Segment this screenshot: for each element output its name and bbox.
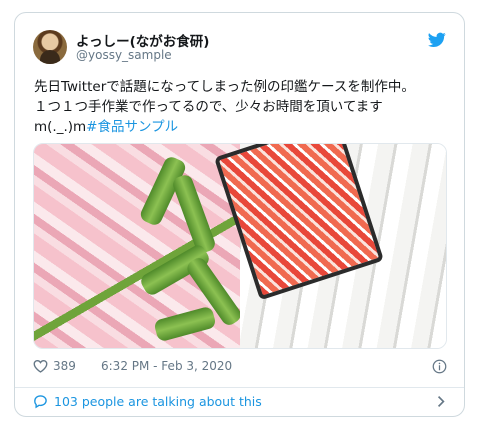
crab-tray	[214, 144, 384, 301]
tweet-header: よっしー(ながお食研) @yossy_sample	[15, 13, 464, 73]
tweet-text-line-1: 先日Twitterで話題になってしまった例の印鑑ケースを制作中。	[34, 79, 415, 95]
tweet-meta: 389 6:32 PM - Feb 3, 2020	[33, 358, 447, 376]
tweet-text: 先日Twitterで話題になってしまった例の印鑑ケースを制作中。 １つ１つ手作業…	[34, 77, 454, 137]
chevron-right-icon	[437, 396, 445, 407]
photo-ham-asparagus[interactable]	[34, 144, 244, 348]
asparagus-spear	[170, 172, 218, 256]
embedded-tweet-card: よっしー(ながお食研) @yossy_sample 先日Twitterで話題にな…	[14, 12, 465, 417]
avatar-figure	[40, 50, 60, 64]
speech-bubble-icon	[34, 395, 47, 409]
tweet-text-line-3: m(._.)m#食品サンプル	[34, 117, 454, 137]
asparagus-spear	[153, 305, 217, 343]
tweet-text-emoticon: m(._.)m	[34, 119, 87, 135]
photo-crab-squid[interactable]	[214, 144, 446, 348]
talking-about-text: 103 people are talking about this	[54, 394, 262, 409]
author-avatar[interactable]	[33, 30, 67, 64]
conversation-link[interactable]: 103 people are talking about this	[15, 388, 464, 416]
tweet-text-line-2: １つ１つ手作業で作ってるので、少々お時間を頂いてます	[34, 99, 383, 115]
twitter-bird-icon[interactable]	[428, 32, 446, 48]
author-handle[interactable]: @yossy_sample	[76, 48, 172, 62]
tweet-photo-grid[interactable]	[33, 143, 447, 349]
info-icon[interactable]	[432, 359, 447, 374]
heart-icon[interactable]	[33, 359, 48, 373]
author-display-name[interactable]: よっしー(ながお食研)	[76, 30, 209, 50]
like-count: 389	[53, 359, 76, 373]
tweet-timestamp[interactable]: 6:32 PM - Feb 3, 2020	[101, 359, 232, 373]
hashtag-link[interactable]: #食品サンプル	[86, 119, 178, 135]
